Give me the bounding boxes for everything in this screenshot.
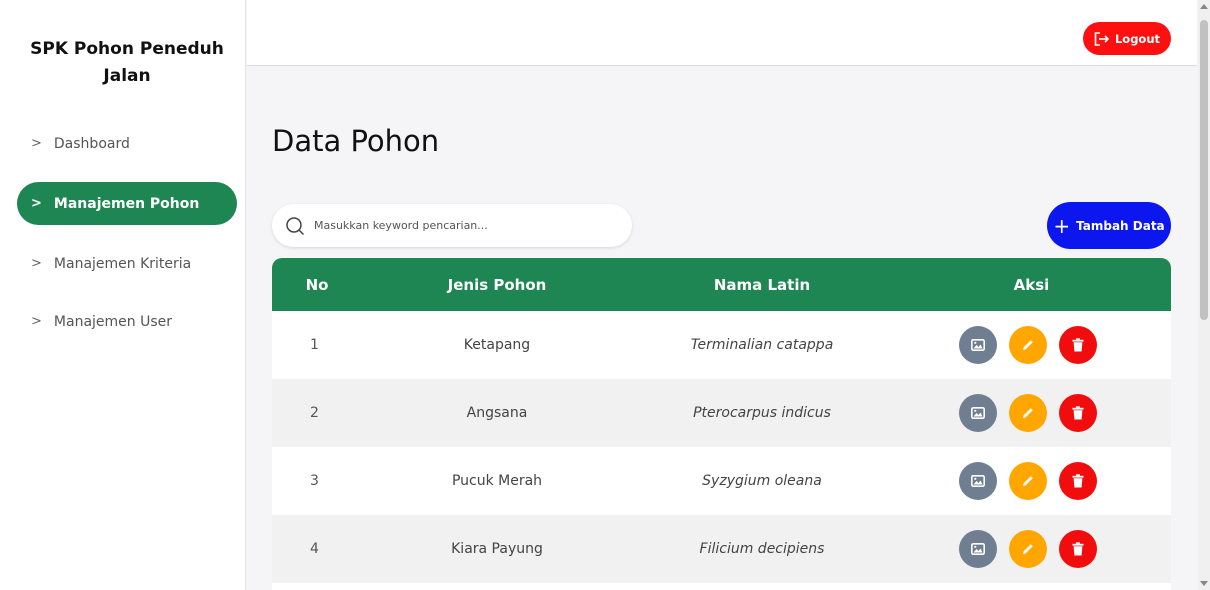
image-icon	[971, 475, 985, 487]
logout-icon	[1094, 31, 1110, 46]
pencil-icon	[1023, 476, 1033, 486]
view-image-button[interactable]	[959, 530, 997, 568]
trash-icon	[1072, 474, 1084, 488]
edit-button[interactable]	[1009, 530, 1047, 568]
chevron-right-icon: >	[31, 196, 42, 211]
view-image-button[interactable]	[959, 462, 997, 500]
scroll-up-icon[interactable]	[1200, 4, 1208, 9]
trash-icon	[1072, 406, 1084, 420]
chevron-right-icon: >	[31, 256, 42, 271]
delete-button[interactable]	[1059, 530, 1097, 568]
header-jenis-pohon: Jenis Pohon	[447, 275, 547, 294]
header-nama-latin: Nama Latin	[713, 275, 811, 294]
page-title: Data Pohon	[272, 124, 440, 158]
plus-icon: +	[1053, 213, 1071, 238]
cell-nama-latin: Terminalian catappa	[690, 337, 834, 353]
header-no: No	[305, 275, 329, 294]
add-data-label: Tambah Data	[1076, 218, 1165, 233]
header-aksi: Aksi	[1013, 275, 1050, 294]
scroll-down-icon[interactable]	[1200, 581, 1208, 586]
cell-nama-latin: Pterocarpus indicus	[693, 405, 831, 421]
edit-button[interactable]	[1009, 394, 1047, 432]
scrollbar-thumb[interactable]	[1200, 20, 1208, 320]
image-icon	[971, 543, 985, 555]
trash-icon	[1072, 338, 1084, 352]
sidebar-item-manajemen-user[interactable]: > Manajemen User	[17, 300, 237, 343]
sidebar-item-label: Manajemen User	[53, 313, 173, 330]
cell-no: 3	[310, 473, 319, 489]
sidebar-item-label: Manajemen Kriteria	[53, 255, 192, 272]
image-icon	[971, 339, 985, 351]
page-scrollbar[interactable]	[1198, 0, 1210, 590]
delete-button[interactable]	[1059, 394, 1097, 432]
cell-no: 2	[310, 405, 319, 421]
delete-button[interactable]	[1059, 326, 1097, 364]
sidebar-item-label: Manajemen Pohon	[53, 195, 200, 212]
table-row: 3 Pucuk Merah Syzygium oleana	[272, 447, 1171, 515]
pencil-icon	[1023, 340, 1033, 350]
pencil-icon	[1023, 408, 1033, 418]
chevron-right-icon: >	[31, 136, 42, 151]
cell-nama-latin: Syzygium oleana	[702, 473, 822, 489]
cell-nama-latin: Filicium decipiens	[699, 541, 825, 557]
cell-jenis-pohon: Angsana	[466, 405, 528, 421]
cell-no: 1	[310, 337, 319, 353]
row-actions	[959, 515, 1103, 583]
edit-button[interactable]	[1009, 462, 1047, 500]
brand-title: SPK Pohon Peneduh Jalan	[30, 39, 224, 86]
sidebar-item-dashboard[interactable]: > Dashboard	[17, 122, 237, 165]
row-actions	[959, 379, 1103, 447]
image-icon	[971, 407, 985, 419]
sidebar-item-manajemen-pohon[interactable]: > Manajemen Pohon	[17, 182, 237, 225]
pencil-icon	[1023, 544, 1033, 554]
sidebar-item-label: Dashboard	[53, 135, 130, 152]
view-image-button[interactable]	[959, 394, 997, 432]
search-icon	[285, 216, 305, 236]
row-actions	[959, 311, 1103, 379]
cell-jenis-pohon: Kiara Payung	[451, 541, 543, 557]
edit-button[interactable]	[1009, 326, 1047, 364]
chevron-right-icon: >	[31, 314, 42, 329]
table-row: 4 Kiara Payung Filicium decipiens	[272, 515, 1171, 583]
trash-icon	[1072, 542, 1084, 556]
search-box[interactable]	[272, 204, 632, 247]
row-actions	[959, 447, 1103, 515]
cell-no: 4	[310, 541, 319, 557]
sidebar: SPK Pohon Peneduh Jalan > Dashboard > Ma…	[0, 0, 246, 590]
sidebar-item-manajemen-kriteria[interactable]: > Manajemen Kriteria	[17, 242, 237, 285]
logout-label: Logout	[1114, 31, 1161, 46]
cell-jenis-pohon: Pucuk Merah	[451, 473, 543, 489]
table-header: No Jenis Pohon Nama Latin Aksi	[272, 258, 1171, 311]
add-data-button[interactable]: + Tambah Data	[1047, 202, 1171, 249]
topbar: Logout	[247, 0, 1197, 66]
search-input[interactable]	[314, 219, 614, 232]
tree-table: No Jenis Pohon Nama Latin Aksi 1 Ketapan…	[272, 258, 1171, 590]
table-row: 2 Angsana Pterocarpus indicus	[272, 379, 1171, 447]
logout-button[interactable]: Logout	[1083, 22, 1171, 55]
table-row: 1 Ketapang Terminalian catappa	[272, 311, 1171, 379]
cell-jenis-pohon: Ketapang	[463, 337, 531, 353]
delete-button[interactable]	[1059, 462, 1097, 500]
view-image-button[interactable]	[959, 326, 997, 364]
